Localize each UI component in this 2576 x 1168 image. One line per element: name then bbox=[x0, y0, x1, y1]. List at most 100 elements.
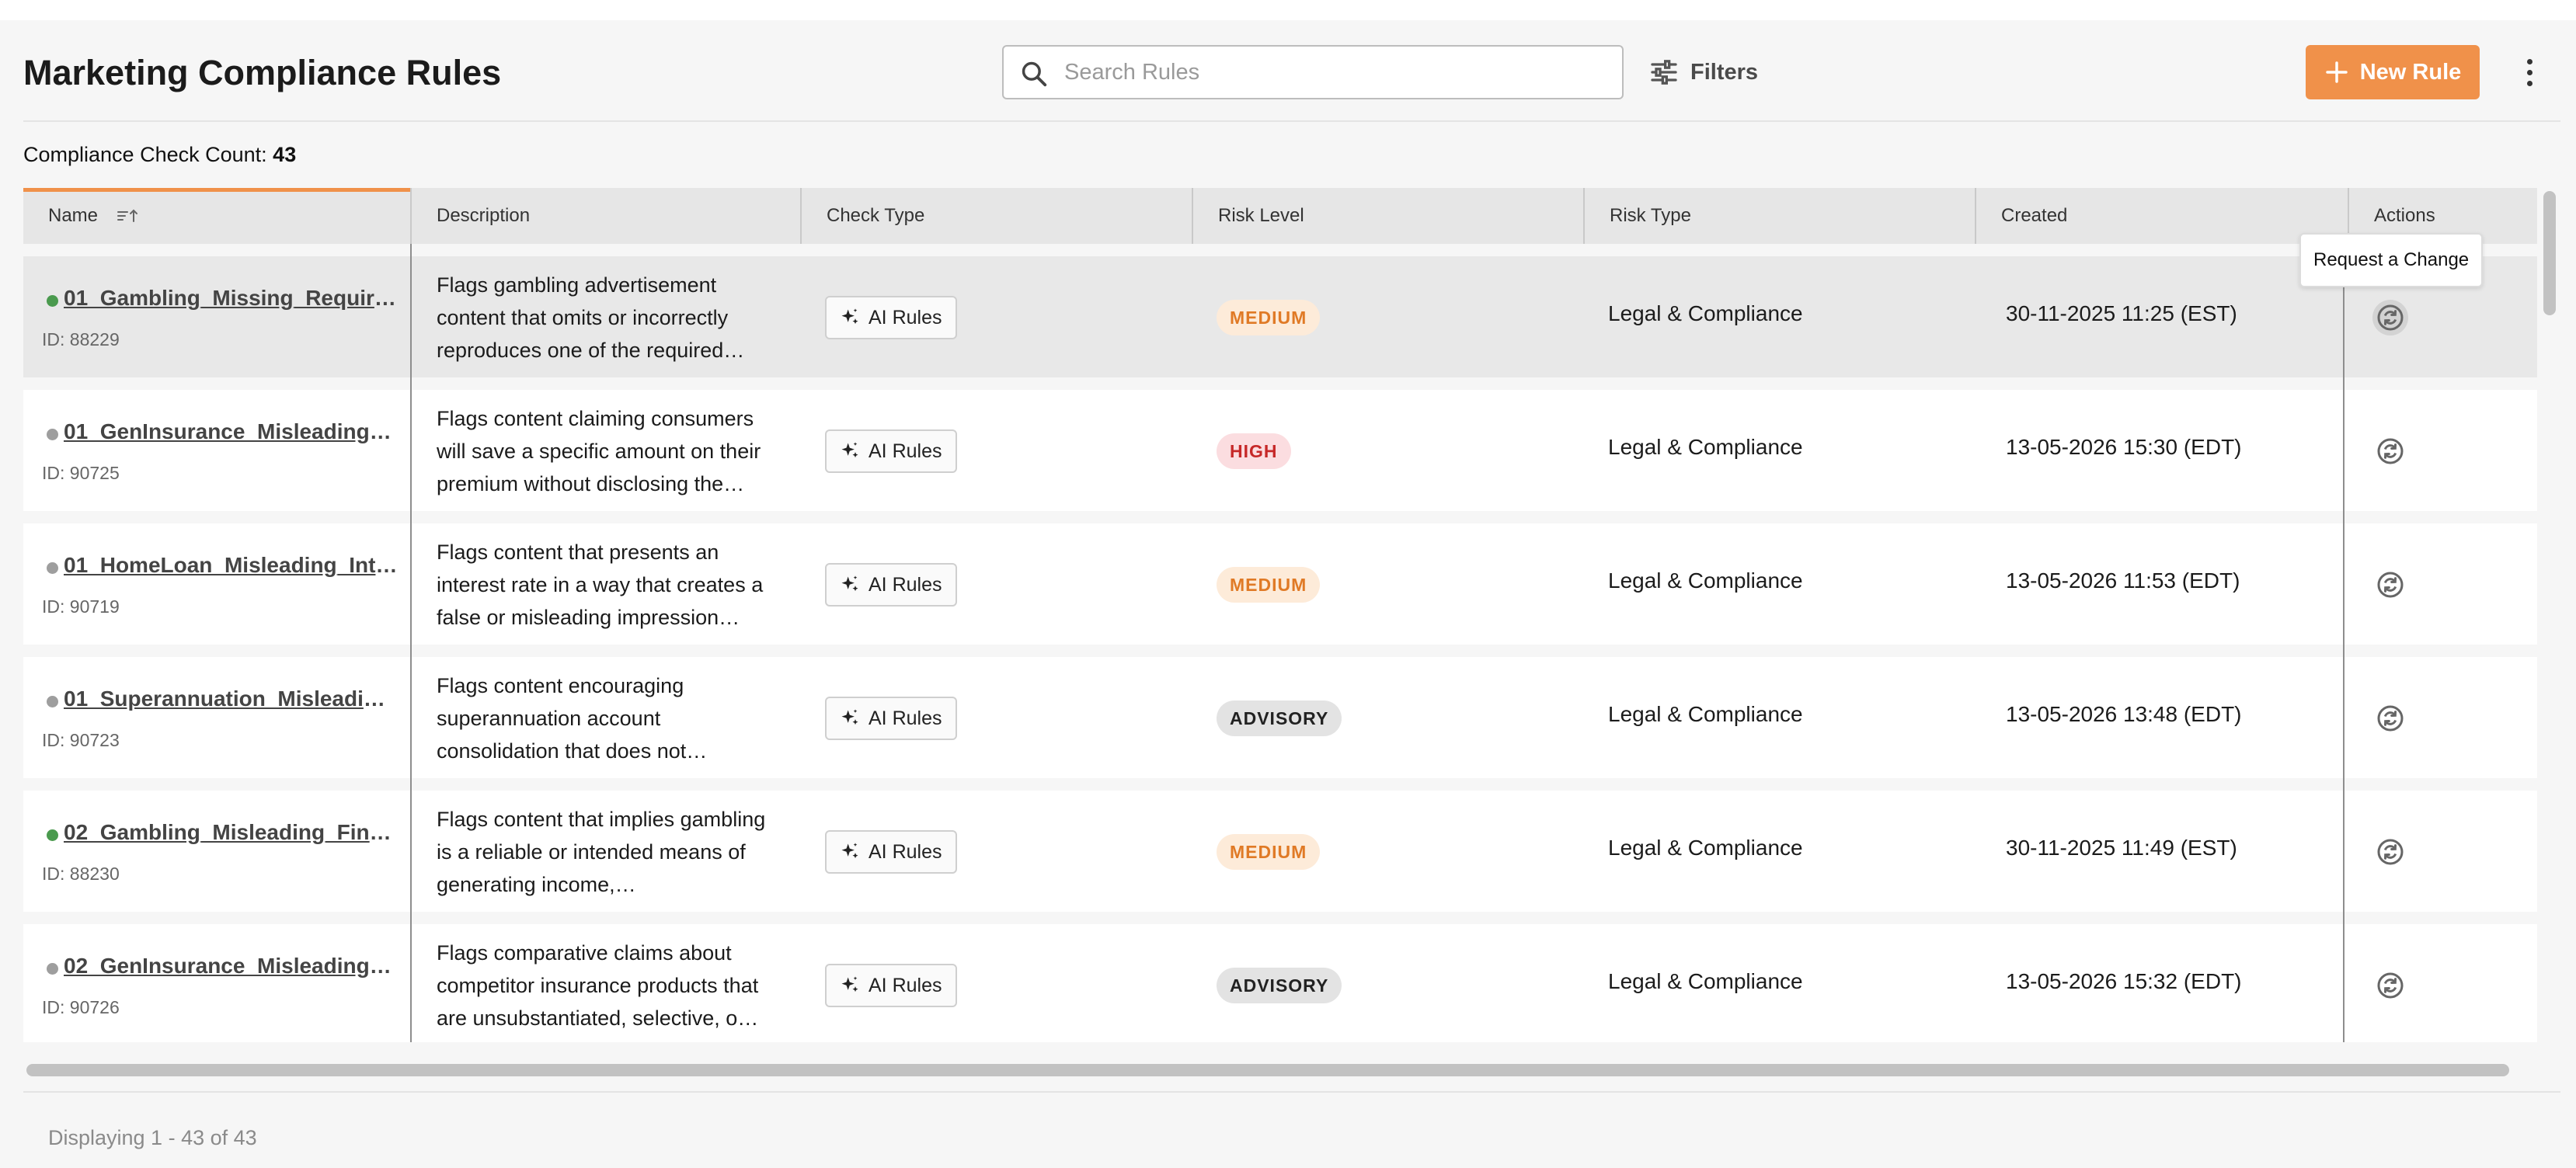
column-header-name[interactable]: Name bbox=[23, 188, 410, 244]
column-header-check-type[interactable]: Check Type bbox=[802, 188, 1192, 244]
frozen-column-divider bbox=[410, 244, 412, 1042]
rule-name-link[interactable]: 02_Gambling_Misleading_Financial_Gain bbox=[64, 820, 398, 845]
horizontal-scrollbar-thumb[interactable] bbox=[26, 1064, 2509, 1076]
check-type-label: AI Rules bbox=[869, 440, 942, 462]
table-row[interactable]: 01_GenInsurance_Misleading_Savings_Claim… bbox=[23, 390, 2537, 511]
footer-divider bbox=[23, 1091, 2560, 1093]
rule-name-link[interactable]: 01_Gambling_Missing_Required_Information bbox=[64, 286, 398, 311]
name-cell: 02_Gambling_Misleading_Financial_Gain ID… bbox=[23, 791, 410, 912]
risk-type-cell: Legal & Compliance bbox=[1608, 301, 1803, 325]
filters-button[interactable]: Filters bbox=[1648, 53, 1758, 92]
table-row[interactable]: 02_GenInsurance_Misleading_Comparisons I… bbox=[23, 924, 2537, 1042]
check-type-chip[interactable]: AI Rules bbox=[825, 830, 958, 874]
count-label: Compliance Check Count: bbox=[23, 143, 267, 166]
risk-type-cell: Legal & Compliance bbox=[1608, 836, 1803, 860]
vertical-scrollbar-track[interactable] bbox=[2542, 188, 2560, 1042]
rule-id: ID: 88229 bbox=[42, 329, 120, 349]
request-change-icon bbox=[2377, 304, 2404, 331]
rule-name-link[interactable]: 02_GenInsurance_Misleading_Comparisons bbox=[64, 954, 398, 979]
name-cell: 01_HomeLoan_Misleading_Interest_Rates ID… bbox=[23, 523, 410, 645]
check-type-label: AI Rules bbox=[869, 840, 942, 863]
rule-name-link[interactable]: 01_GenInsurance_Misleading_Savings_Claim… bbox=[64, 419, 398, 444]
search-input[interactable] bbox=[1064, 54, 1608, 90]
page-header: Marketing Compliance Rules Filters New R… bbox=[0, 20, 2576, 121]
page-title: Marketing Compliance Rules bbox=[23, 53, 502, 92]
request-change-button[interactable] bbox=[2372, 700, 2408, 736]
risk-level-badge: MEDIUM bbox=[1217, 834, 1321, 870]
request-change-icon bbox=[2377, 438, 2404, 464]
column-header-risk-type[interactable]: Risk Type bbox=[1585, 188, 1975, 244]
new-rule-button[interactable]: New Rule bbox=[2306, 45, 2480, 99]
risk-level-badge: MEDIUM bbox=[1217, 300, 1321, 335]
description-cell: Flags content encouraging superannuation… bbox=[437, 657, 786, 778]
risk-type-cell: Legal & Compliance bbox=[1608, 969, 1803, 993]
status-dot-inactive bbox=[47, 696, 58, 707]
table-row[interactable]: 01_Superannuation_Misleading_Consolidati… bbox=[23, 657, 2537, 778]
request-change-icon bbox=[2377, 572, 2404, 598]
check-type-chip[interactable]: AI Rules bbox=[825, 296, 958, 339]
count-value: 43 bbox=[273, 143, 297, 166]
sparkle-icon bbox=[841, 976, 858, 992]
description-cell: Flags content claiming consumers will sa… bbox=[437, 390, 786, 511]
table-header: Name Description Check Type Risk Level R… bbox=[23, 188, 2537, 244]
request-change-tooltip: Request a Change bbox=[2299, 233, 2484, 287]
request-change-button[interactable] bbox=[2372, 567, 2408, 603]
sort-ascending-icon[interactable] bbox=[117, 207, 140, 225]
sparkle-icon bbox=[841, 308, 858, 325]
pagination-summary: Displaying 1 - 43 of 43 bbox=[48, 1126, 257, 1149]
request-change-button[interactable] bbox=[2372, 300, 2408, 335]
check-type-chip[interactable]: AI Rules bbox=[825, 697, 958, 740]
column-header-description[interactable]: Description bbox=[412, 188, 800, 244]
rule-id: ID: 88230 bbox=[42, 864, 120, 884]
description-cell: Flags gambling advertisement content tha… bbox=[437, 256, 786, 377]
rule-description: Flags comparative claims about competito… bbox=[437, 941, 759, 1030]
request-change-icon bbox=[2377, 705, 2404, 732]
compliance-check-count: Compliance Check Count: 43 bbox=[23, 143, 296, 167]
request-change-icon bbox=[2377, 972, 2404, 999]
column-header-risk-level[interactable]: Risk Level bbox=[1193, 188, 1583, 244]
check-type-label: AI Rules bbox=[869, 306, 942, 328]
name-cell: 01_GenInsurance_Misleading_Savings_Claim… bbox=[23, 390, 410, 511]
table-row[interactable]: 02_Gambling_Misleading_Financial_Gain ID… bbox=[23, 791, 2537, 912]
search-box[interactable] bbox=[1002, 45, 1624, 99]
kebab-menu-icon[interactable] bbox=[2514, 53, 2545, 92]
column-header-created[interactable]: Created bbox=[1976, 188, 2348, 244]
rule-id: ID: 90719 bbox=[42, 596, 120, 617]
rule-description: Flags gambling advertisement content tha… bbox=[437, 273, 745, 362]
request-change-button[interactable] bbox=[2372, 433, 2408, 469]
top-strip bbox=[0, 0, 2576, 20]
created-cell: 13-05-2026 11:53 (EDT) bbox=[2006, 568, 2240, 593]
rule-description: Flags content claiming consumers will sa… bbox=[437, 407, 761, 495]
check-type-label: AI Rules bbox=[869, 573, 942, 596]
rule-name-link[interactable]: 01_Superannuation_Misleading_Consolidati… bbox=[64, 687, 398, 711]
plus-icon bbox=[2326, 61, 2348, 83]
risk-type-cell: Legal & Compliance bbox=[1608, 702, 1803, 726]
created-cell: 13-05-2026 15:30 (EDT) bbox=[2006, 435, 2242, 459]
description-cell: Flags comparative claims about competito… bbox=[437, 924, 786, 1042]
header-divider bbox=[23, 120, 2560, 122]
status-dot-inactive bbox=[47, 429, 58, 440]
risk-level-badge: MEDIUM bbox=[1217, 567, 1321, 603]
rule-name-link[interactable]: 01_HomeLoan_Misleading_Interest_Rates bbox=[64, 553, 398, 578]
check-type-label: AI Rules bbox=[869, 707, 942, 729]
risk-level-badge: HIGH bbox=[1217, 433, 1291, 469]
search-icon bbox=[1022, 61, 1047, 87]
vertical-scrollbar-thumb[interactable] bbox=[2543, 191, 2556, 315]
check-type-chip[interactable]: AI Rules bbox=[825, 429, 958, 473]
table-row[interactable]: 01_HomeLoan_Misleading_Interest_Rates ID… bbox=[23, 523, 2537, 645]
sparkle-icon bbox=[841, 442, 858, 458]
rule-id: ID: 90723 bbox=[42, 730, 120, 750]
description-cell: Flags content that presents an interest … bbox=[437, 523, 786, 645]
created-cell: 13-05-2026 15:32 (EDT) bbox=[2006, 969, 2242, 993]
sparkle-icon bbox=[841, 709, 858, 725]
check-type-chip[interactable]: AI Rules bbox=[825, 964, 958, 1007]
frozen-column-divider bbox=[2343, 244, 2345, 1042]
rule-description: Flags content that implies gambling is a… bbox=[437, 808, 766, 896]
risk-type-cell: Legal & Compliance bbox=[1608, 568, 1803, 593]
table-row[interactable]: 01_Gambling_Missing_Required_Information… bbox=[23, 256, 2537, 377]
check-type-chip[interactable]: AI Rules bbox=[825, 563, 958, 607]
status-dot-active bbox=[47, 295, 58, 307]
request-change-button[interactable] bbox=[2372, 968, 2408, 1003]
name-cell: 02_GenInsurance_Misleading_Comparisons I… bbox=[23, 924, 410, 1042]
request-change-button[interactable] bbox=[2372, 834, 2408, 870]
